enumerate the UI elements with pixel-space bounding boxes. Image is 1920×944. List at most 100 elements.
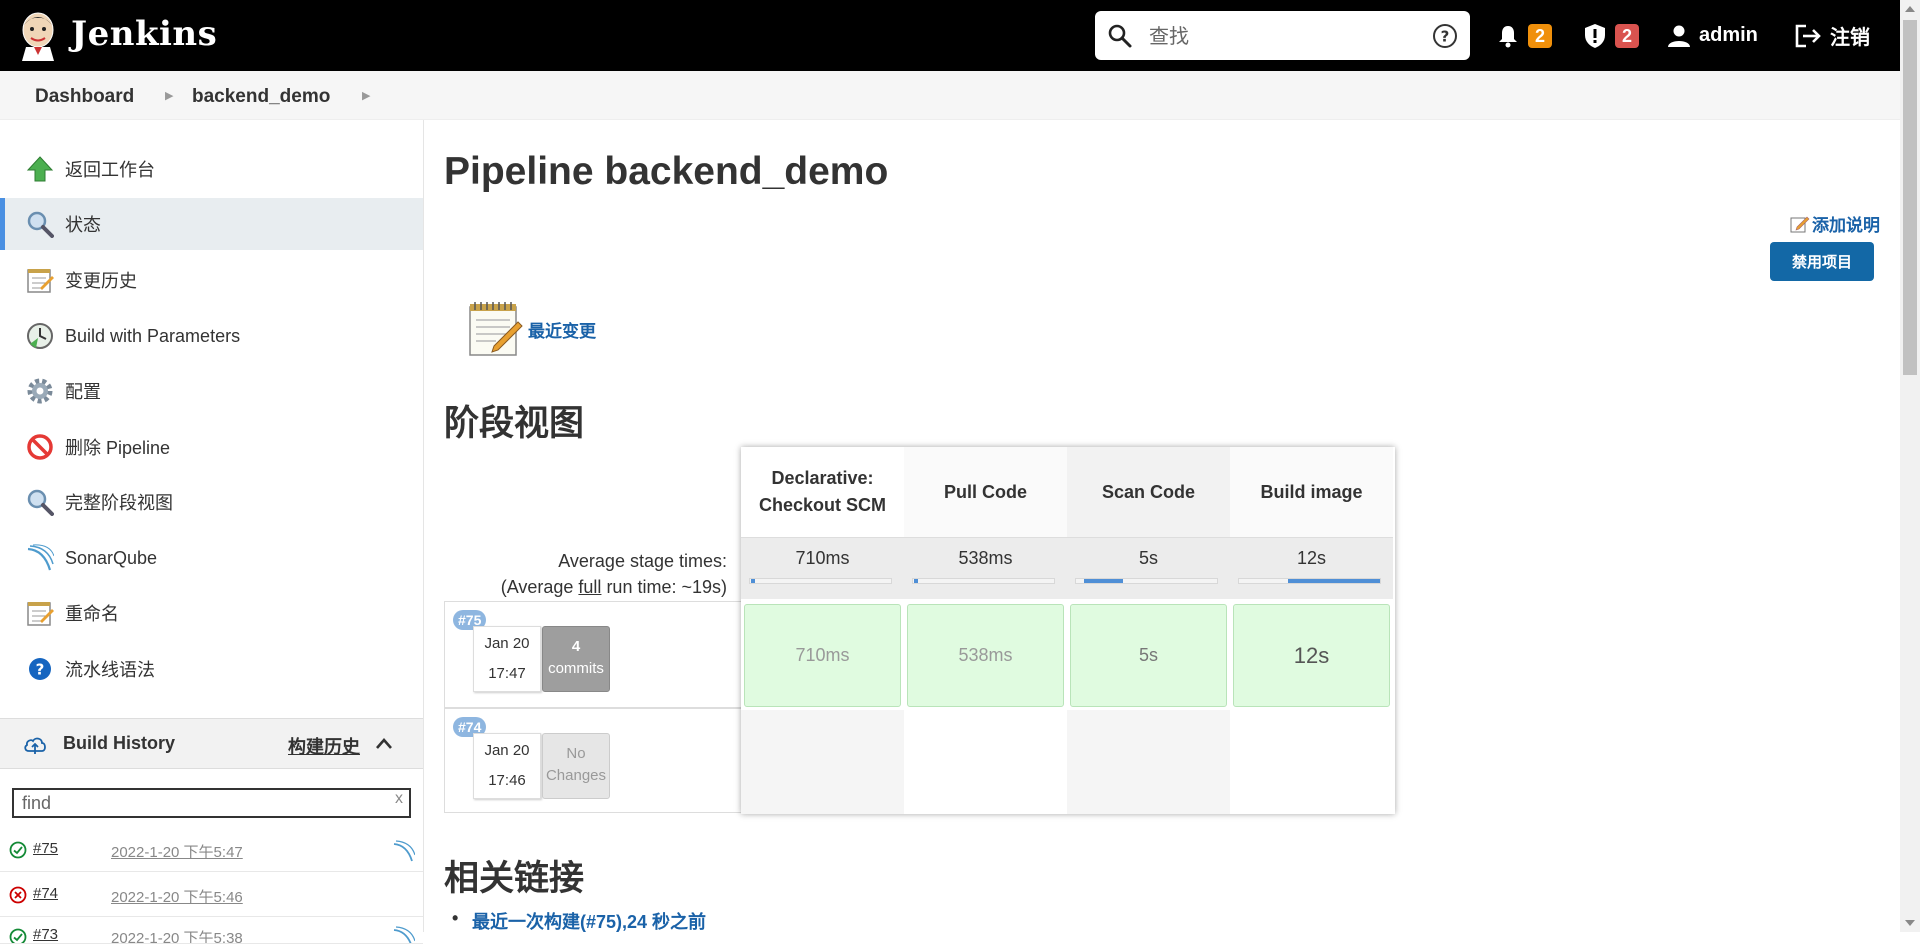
run-row[interactable]: #74 Jan 20 17:46 No Changes (444, 708, 741, 813)
recent-changes-link[interactable]: 最近变更 (466, 300, 596, 358)
stage-name: Build image (1260, 479, 1362, 506)
sonarqube-icon[interactable] (393, 840, 415, 862)
chevron-up-icon[interactable] (374, 734, 394, 754)
sidebar-item-delete-pipeline[interactable]: 删除 Pipeline (0, 421, 423, 473)
stage-name-line2: Checkout SCM (759, 492, 886, 519)
build-row[interactable]: #75 2022-1-20 下午5:47 (0, 828, 423, 872)
build-number-link[interactable]: #74 (33, 885, 58, 902)
security-button[interactable]: 2 (1583, 0, 1639, 71)
run-row[interactable]: #75 Jan 20 17:47 4 commits (444, 601, 741, 708)
search-input[interactable] (1147, 21, 1417, 50)
sidebar-item-pipeline-syntax[interactable]: ? 流水线语法 (0, 643, 423, 695)
run-no-changes-badge: No Changes (542, 733, 610, 799)
vertical-scrollbar[interactable] (1900, 0, 1920, 932)
add-description-link[interactable]: 添加说明 (1790, 211, 1880, 236)
recent-changes-label: 最近变更 (528, 317, 596, 342)
stage-average-bar (912, 578, 1055, 584)
sidebar-item-label: 重命名 (65, 600, 119, 626)
build-row[interactable]: #74 2022-1-20 下午5:46 (0, 873, 423, 917)
stage-average-fill (1288, 579, 1380, 583)
build-time-link[interactable]: 2022-1-20 下午5:46 (111, 886, 243, 907)
add-description-label: 添加说明 (1812, 211, 1880, 236)
help-icon: ? (26, 655, 54, 683)
build-history-title: Build History (63, 733, 175, 754)
breadcrumb-dashboard[interactable]: Dashboard (35, 86, 134, 108)
sidebar-item-label: 删除 Pipeline (65, 434, 170, 460)
sidebar-item-label: SonarQube (65, 548, 157, 569)
build-row[interactable]: #73 2022-1-20 下午5:38 (0, 914, 423, 944)
svg-text:?: ? (1441, 28, 1450, 46)
breadcrumb-separator-icon[interactable]: ▶ (362, 89, 370, 102)
commits-label: commits (543, 658, 609, 680)
success-icon (9, 928, 27, 944)
sidebar-item-full-stage-view[interactable]: 完整阶段视图 (0, 476, 423, 528)
stage-average-value: 710ms (741, 548, 904, 569)
sidebar-item-changes[interactable]: 变更历史 (0, 254, 423, 306)
stage-name: Declarative: (759, 465, 886, 492)
scroll-up-icon[interactable] (1905, 6, 1915, 12)
stage-cell-success[interactable]: 710ms (744, 604, 901, 707)
jenkins-logo[interactable] (18, 11, 58, 61)
build-time-link[interactable]: 2022-1-20 下午5:38 (111, 927, 243, 944)
sidebar-item-status[interactable]: 状态 (0, 198, 423, 250)
svg-text:?: ? (36, 661, 45, 679)
sonarqube-icon[interactable] (393, 926, 415, 944)
build-time-link[interactable]: 2022-1-20 下午5:47 (111, 841, 243, 862)
run-date-time: 17:47 (474, 659, 540, 689)
build-history-link[interactable]: 构建历史 (288, 733, 360, 759)
stage-cell-success[interactable]: 538ms (907, 604, 1064, 707)
disable-project-button[interactable]: 禁用项目 (1770, 242, 1874, 281)
scroll-down-icon[interactable] (1905, 920, 1915, 926)
success-icon (9, 841, 27, 859)
up-arrow-icon (26, 155, 54, 183)
build-number-link[interactable]: #75 (33, 840, 58, 857)
run-date-time: 17:46 (474, 766, 540, 796)
full-run-link[interactable]: full (578, 577, 601, 597)
clock-icon (26, 322, 54, 350)
run-commits-badge[interactable]: 4 commits (542, 626, 610, 692)
avg-label-line1: Average stage times: (444, 548, 727, 574)
avg-label-suffix: run time: ~19s) (601, 577, 727, 597)
stage-header: Scan Code (1067, 447, 1230, 537)
brand-name[interactable]: Jenkins (71, 14, 217, 54)
build-history-filter[interactable]: x (12, 788, 411, 818)
build-history-header: Build History 构建历史 (0, 718, 423, 769)
average-stage-times-label: Average stage times: (Average full run t… (444, 548, 727, 600)
stage-header: Build image (1230, 447, 1393, 537)
build-filter-input[interactable] (20, 792, 380, 814)
sidebar-item-configure[interactable]: 配置 (0, 365, 423, 417)
scrollbar-thumb[interactable] (1903, 20, 1917, 375)
sidebar-item-build-with-parameters[interactable]: Build with Parameters (0, 310, 423, 362)
run-date-day: Jan 20 (474, 629, 540, 659)
user-name: admin (1699, 24, 1758, 47)
build-number-link[interactable]: #73 (33, 926, 58, 943)
sidebar-item-label: 配置 (65, 378, 101, 404)
search-box[interactable]: ? (1095, 11, 1470, 60)
sidebar-item-back-to-dashboard[interactable]: 返回工作台 (0, 143, 423, 195)
stage-average: 538ms (904, 537, 1067, 599)
stage-view-heading: 阶段视图 (444, 395, 584, 446)
notifications-badge: 2 (1528, 24, 1552, 48)
stage-average: 5s (1067, 537, 1230, 599)
help-icon[interactable]: ? (1432, 23, 1458, 49)
stage-average-fill (751, 579, 755, 583)
clear-filter-button[interactable]: x (395, 790, 403, 808)
stage-cell-empty (741, 710, 904, 814)
sidebar-item-rename[interactable]: 重命名 (0, 587, 423, 639)
breadcrumb-job[interactable]: backend_demo (192, 86, 330, 108)
stage-average-bar (1075, 578, 1218, 584)
failed-icon (9, 886, 27, 904)
sidebar-item-sonarqube[interactable]: SonarQube (0, 532, 423, 584)
stage-cell-success[interactable]: 12s (1233, 604, 1390, 707)
logout-button[interactable]: 注销 (1794, 0, 1870, 71)
stage-header: Declarative:Checkout SCM (741, 447, 904, 537)
no-changes-line2: Changes (543, 765, 609, 787)
stage-cell-success[interactable]: 5s (1070, 604, 1227, 707)
last-build-link[interactable]: 最近一次构建(#75),24 秒之前 (472, 908, 706, 934)
notifications-button[interactable]: 2 (1496, 0, 1552, 71)
search-icon (1107, 23, 1133, 49)
bell-icon (1496, 24, 1520, 48)
sidebar-item-label: 变更历史 (65, 267, 137, 293)
user-menu[interactable]: admin (1667, 0, 1758, 71)
breadcrumb-separator-icon[interactable]: ▶ (165, 89, 173, 102)
